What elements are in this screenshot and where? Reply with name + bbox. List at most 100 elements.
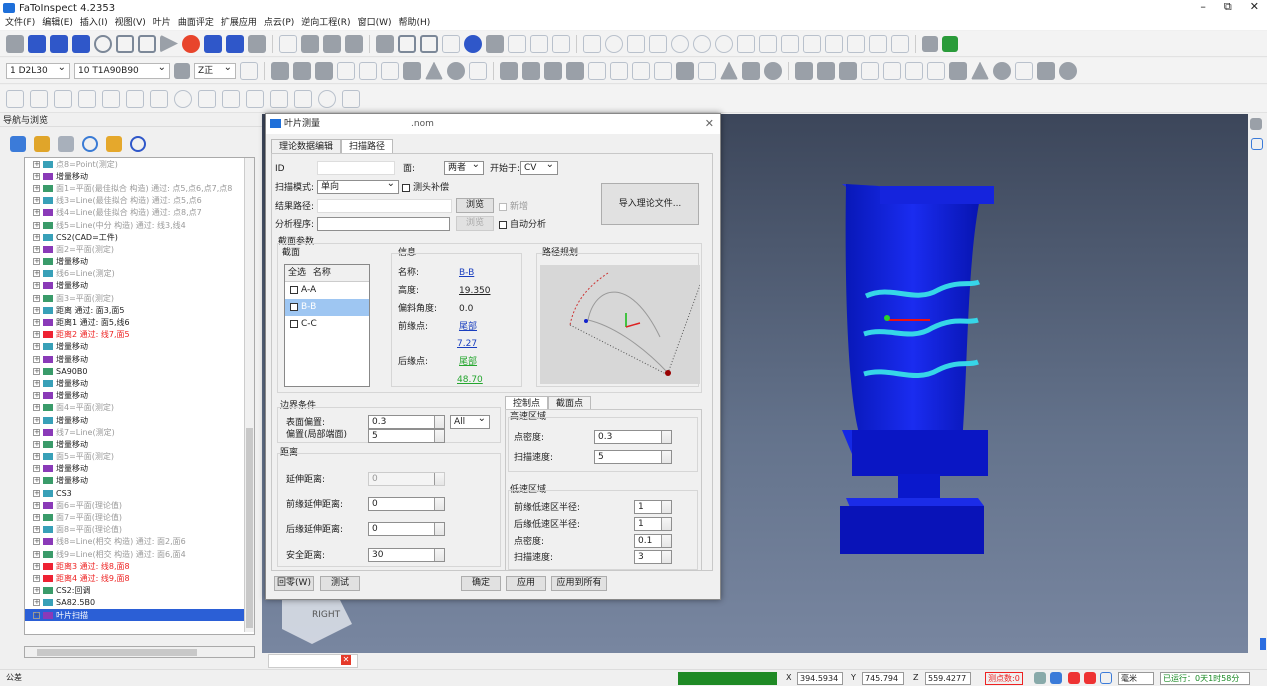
safe-distance-input[interactable]: 30 [368, 548, 445, 562]
bf-sphere-icon[interactable] [993, 61, 1011, 80]
plane-tool-icon[interactable] [28, 34, 46, 53]
con-line2-icon[interactable] [566, 61, 584, 80]
probe-combo[interactable]: 1 D2L30 [6, 61, 70, 79]
offset-scope-select[interactable]: All [450, 413, 490, 429]
close-button[interactable]: ✕ [1250, 0, 1259, 14]
tree-item[interactable]: + 增量移动 [25, 280, 254, 292]
section-row-b[interactable]: B-B [285, 299, 369, 316]
bf-surface-icon[interactable] [1037, 61, 1055, 80]
expand-icon[interactable]: + [33, 428, 40, 436]
feature-tree[interactable]: + 点8=Point(测定) + 增量移动 + 面1=平面(最佳拟合 构造) 通过: 点5… [24, 157, 255, 635]
probe-change-icon[interactable] [1050, 672, 1062, 684]
start-select[interactable]: CV [520, 159, 558, 175]
con-cyl-icon[interactable] [742, 61, 760, 80]
print-preview-icon[interactable] [1250, 118, 1262, 130]
expand-icon[interactable]: + [33, 440, 40, 448]
bf-torus-icon[interactable] [1059, 61, 1077, 80]
expand-icon[interactable]: + [33, 172, 40, 180]
expand-icon[interactable]: + [33, 282, 40, 290]
sk-gear-icon[interactable] [150, 89, 168, 108]
tree-item[interactable]: + 增量移动 [25, 353, 254, 365]
roundness-icon[interactable] [715, 34, 733, 53]
tree-item[interactable]: + 增量移动 [25, 256, 254, 268]
axis-icon[interactable] [116, 34, 134, 53]
face-select[interactable]: 两者 [444, 159, 484, 175]
tree-item[interactable]: + 增量移动 [25, 377, 254, 389]
con-plane2-icon[interactable] [544, 61, 562, 80]
tree-item[interactable]: + 增量移动 [25, 475, 254, 487]
tree-item[interactable]: + 距离3 通过: 线8,面8 [25, 560, 254, 572]
restore-button[interactable]: ⧉ [1224, 0, 1232, 14]
expand-icon[interactable]: + [33, 611, 40, 619]
bf-slot-icon[interactable] [883, 61, 901, 80]
help-icon[interactable] [469, 61, 487, 80]
expand-icon[interactable]: + [33, 355, 40, 363]
grid2-icon[interactable] [583, 34, 601, 53]
lock-icon[interactable] [106, 136, 122, 152]
feat-plane2-icon[interactable] [315, 61, 333, 80]
con-plane-icon[interactable] [500, 61, 518, 80]
home-icon[interactable] [240, 61, 258, 80]
tip-tool-icon[interactable] [174, 62, 190, 79]
expand-icon[interactable]: + [33, 550, 40, 558]
expand-icon[interactable]: + [33, 343, 40, 351]
expand-icon[interactable]: + [33, 379, 40, 387]
document-icon[interactable] [1251, 138, 1263, 150]
concentric-icon[interactable] [693, 34, 711, 53]
alarm-icon[interactable] [1084, 672, 1096, 684]
expand-icon[interactable]: + [33, 465, 40, 473]
hide-icon[interactable] [130, 136, 146, 152]
con-rect2-icon[interactable] [654, 61, 672, 80]
expand-icon[interactable]: + [33, 306, 40, 314]
tree-horizontal-scrollbar[interactable] [24, 646, 255, 658]
parallel-icon[interactable] [825, 34, 843, 53]
menu-blade[interactable]: 叶片 [153, 16, 171, 30]
unit-display[interactable]: 毫米 [1118, 672, 1154, 685]
pdf-icon[interactable] [204, 34, 222, 53]
stop-icon[interactable] [182, 34, 200, 53]
tree-item[interactable]: + SA82.5B0 [25, 597, 254, 609]
ls-density-input[interactable]: 0.1 [634, 534, 672, 548]
tree-item[interactable]: + 线3=Line(最佳拟合 构造) 通过: 点5,点6 [25, 195, 254, 207]
expand-icon[interactable]: + [33, 270, 40, 278]
te-extend-input[interactable]: 0 [368, 522, 445, 536]
tree-item[interactable]: + 面5=平面(测定) [25, 451, 254, 463]
menu-insert[interactable]: 插入(I) [80, 16, 108, 30]
con-box-icon[interactable] [676, 61, 694, 80]
con-box2-icon[interactable] [698, 61, 716, 80]
info-te-link[interactable]: 尾部 [459, 356, 477, 368]
surface-offset-input[interactable]: 0.3 [368, 415, 445, 429]
tree-item[interactable]: + CS3 [25, 487, 254, 499]
expand-icon[interactable]: + [33, 599, 40, 607]
menu-view[interactable]: 视图(V) [115, 16, 146, 30]
expand-icon[interactable]: + [33, 501, 40, 509]
expand-icon[interactable]: + [33, 404, 40, 412]
view-dir-combo[interactable]: Z正 [194, 61, 236, 79]
refresh-icon[interactable] [1100, 672, 1112, 684]
tree-item[interactable]: + 线7=Line(测定) [25, 426, 254, 438]
arrow-tool-icon[interactable] [6, 34, 24, 53]
expand-icon[interactable]: + [33, 331, 40, 339]
con-slot-icon[interactable] [610, 61, 628, 80]
tree-item[interactable]: + 面1=平面(最佳拟合 构造) 通过: 点5,点6,点7,点8 [25, 182, 254, 194]
tree-icon[interactable] [10, 136, 26, 152]
bf-plane-icon[interactable] [795, 61, 813, 80]
menu-help[interactable]: 帮助(H) [399, 16, 431, 30]
tree-item[interactable]: + 点8=Point(测定) [25, 158, 254, 170]
import-theory-button[interactable]: 导入理论文件... [601, 183, 699, 225]
sk-ring-icon[interactable] [318, 89, 336, 108]
tree-item[interactable]: + 增量移动 [25, 463, 254, 475]
search-icon[interactable] [82, 136, 98, 152]
expand-icon[interactable]: + [33, 526, 40, 534]
table-icon[interactable] [922, 35, 938, 52]
tree-item[interactable]: + 线5=Line(中分 构造) 通过: 线3,线4 [25, 219, 254, 231]
menu-edit[interactable]: 编辑(E) [42, 16, 73, 30]
frame-icon[interactable] [420, 34, 438, 53]
result-path-field[interactable] [317, 199, 452, 213]
expand-icon[interactable]: + [33, 538, 40, 546]
tree-item[interactable]: + 距离 通过: 面3,面5 [25, 304, 254, 316]
tree-item[interactable]: + 叶片扫描 [25, 608, 254, 622]
expand-icon[interactable]: + [33, 562, 40, 570]
tree-item[interactable]: + 增量移动 [25, 170, 254, 182]
tree-item[interactable]: + CS2(CAD=工件) [25, 231, 254, 243]
